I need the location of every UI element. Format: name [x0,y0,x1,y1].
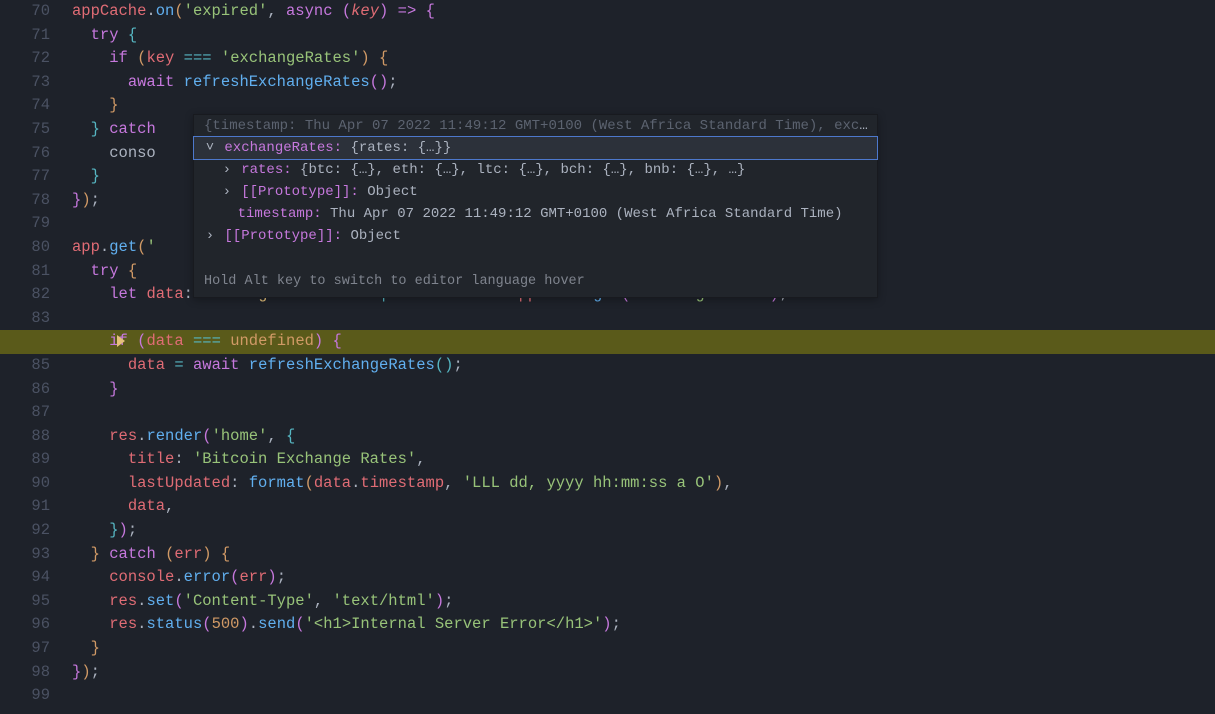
execution-pointer-icon [117,335,125,347]
code-line[interactable]: res.status(500).send('<h1>Internal Serve… [72,613,1215,637]
code-line[interactable]: lastUpdated: format(data.timestamp, 'LLL… [72,472,1215,496]
hover-property-row[interactable]: ˅ exchangeRates: {rates: {…}} [193,136,878,160]
code-line[interactable]: } [72,378,1215,402]
code-line[interactable] [72,307,1215,331]
hover-property-row[interactable]: › rates: {btc: {…}, eth: {…}, ltc: {…}, … [194,159,877,181]
hover-header: {timestamp: Thu Apr 07 2022 11:49:12 GMT… [194,115,877,137]
code-line[interactable] [72,684,1215,708]
breakpoint-column[interactable] [0,0,24,714]
code-line[interactable]: title: 'Bitcoin Exchange Rates', [72,448,1215,472]
code-line[interactable]: res.render('home', { [72,425,1215,449]
chevron-right-icon[interactable]: › [221,159,233,181]
code-line[interactable]: if (data === undefined) { [72,330,1215,354]
code-line[interactable]: if (key === 'exchangeRates') { [72,47,1215,71]
debug-hover-tooltip[interactable]: {timestamp: Thu Apr 07 2022 11:49:12 GMT… [193,114,878,298]
hover-separator [194,247,877,269]
code-line[interactable]: data, [72,495,1215,519]
code-line[interactable]: res.set('Content-Type', 'text/html'); [72,590,1215,614]
code-line[interactable]: }); [72,519,1215,543]
code-line[interactable]: await refreshExchangeRates(); [72,71,1215,95]
code-line[interactable]: try { [72,24,1215,48]
code-line[interactable]: }); [72,661,1215,685]
code-line[interactable]: } catch (err) { [72,543,1215,567]
hover-property-row[interactable]: › [[Prototype]]: Object [194,225,877,247]
code-line[interactable] [72,401,1215,425]
code-editor[interactable]: 70 71 72 73 74 75 76 77 78 79 80 81 82 8… [0,0,1215,714]
chevron-right-icon[interactable]: › [204,225,216,247]
code-line[interactable]: } [72,637,1215,661]
hover-hint: Hold Alt key to switch to editor languag… [194,269,877,297]
hover-property-row[interactable]: timestamp: Thu Apr 07 2022 11:49:12 GMT+… [194,203,877,225]
chevron-right-icon[interactable]: › [221,181,233,203]
hover-property-row[interactable]: › [[Prototype]]: Object [194,181,877,203]
line-number-gutter[interactable]: 70 71 72 73 74 75 76 77 78 79 80 81 82 8… [0,0,72,714]
code-line[interactable]: data = await refreshExchangeRates(); [72,354,1215,378]
code-line[interactable]: console.error(err); [72,566,1215,590]
chevron-down-icon[interactable]: ˅ [204,137,216,159]
code-line[interactable]: appCache.on('expired', async (key) => { [72,0,1215,24]
code-area[interactable]: appCache.on('expired', async (key) => { … [72,0,1215,714]
